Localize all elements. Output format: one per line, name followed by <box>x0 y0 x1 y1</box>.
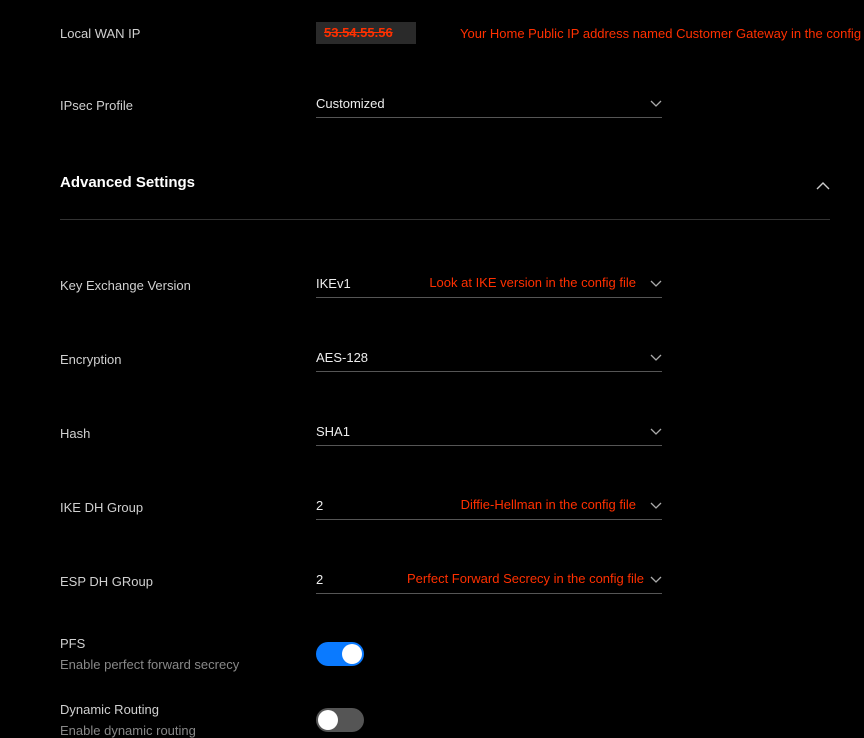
row-hash: Hash SHA1 <box>60 420 830 446</box>
dropdown-ipsec-profile[interactable]: Customized <box>316 92 662 118</box>
dropdown-hash[interactable]: SHA1 <box>316 420 662 446</box>
control-local-wan-ip: 53.54.55.56 Your Home Public IP address … <box>316 22 864 44</box>
dropdown-encryption[interactable]: AES-128 <box>316 346 662 372</box>
dropdown-esp-dh-group-value: 2 <box>316 572 323 587</box>
sublabel-dynamic-routing: Enable dynamic routing <box>60 723 316 738</box>
row-pfs: PFS Enable perfect forward secrecy <box>60 636 830 672</box>
chevron-down-icon <box>650 576 662 584</box>
dropdown-hash-value: SHA1 <box>316 424 350 439</box>
advanced-settings-body: Key Exchange Version IKEv1 Look at IKE v… <box>60 272 830 738</box>
row-encryption: Encryption AES-128 <box>60 346 830 372</box>
sublabel-pfs: Enable perfect forward secrecy <box>60 657 316 672</box>
dropdown-ike-dh-group[interactable]: 2 Diffie-Hellman in the config file <box>316 494 662 520</box>
label-block-pfs: PFS Enable perfect forward secrecy <box>60 636 316 672</box>
dropdown-esp-dh-group[interactable]: 2 Perfect Forward Secrecy in the config … <box>316 568 662 594</box>
label-local-wan-ip: Local WAN IP <box>60 26 316 41</box>
label-encryption: Encryption <box>60 352 316 367</box>
label-ipsec-profile: IPsec Profile <box>60 98 316 113</box>
label-dynamic-routing: Dynamic Routing <box>60 702 316 717</box>
annotation-local-wan-ip: Your Home Public IP address named Custom… <box>460 26 864 41</box>
label-key-exchange-version: Key Exchange Version <box>60 278 316 293</box>
section-header-advanced-settings[interactable]: Advanced Settings <box>60 174 830 220</box>
toggle-dynamic-routing[interactable] <box>316 708 364 732</box>
chevron-up-icon <box>816 178 830 187</box>
chevron-down-icon <box>650 354 662 362</box>
annotation-esp-dh-group: Perfect Forward Secrecy in the config fi… <box>407 571 644 586</box>
toggle-knob <box>342 644 362 664</box>
row-key-exchange-version: Key Exchange Version IKEv1 Look at IKE v… <box>60 272 830 298</box>
label-hash: Hash <box>60 426 316 441</box>
label-block-dynamic-routing: Dynamic Routing Enable dynamic routing <box>60 702 316 738</box>
row-dynamic-routing: Dynamic Routing Enable dynamic routing <box>60 702 830 738</box>
row-ipsec-profile: IPsec Profile Customized <box>60 92 828 118</box>
dropdown-ike-dh-group-value: 2 <box>316 498 323 513</box>
label-esp-dh-group: ESP DH GRoup <box>60 574 316 589</box>
row-ike-dh-group: IKE DH Group 2 Diffie-Hellman in the con… <box>60 494 830 520</box>
toggle-knob <box>318 710 338 730</box>
local-wan-ip-value: 53.54.55.56 <box>324 25 393 40</box>
chevron-down-icon <box>650 502 662 510</box>
label-ike-dh-group: IKE DH Group <box>60 500 316 515</box>
dropdown-key-exchange-version[interactable]: IKEv1 Look at IKE version in the config … <box>316 272 662 298</box>
chevron-down-icon <box>650 100 662 108</box>
chevron-down-icon <box>650 280 662 288</box>
chevron-down-icon <box>650 428 662 436</box>
section-title-advanced-settings: Advanced Settings <box>60 174 195 191</box>
row-local-wan-ip: Local WAN IP 53.54.55.56 Your Home Publi… <box>60 22 828 44</box>
dropdown-key-exchange-version-value: IKEv1 <box>316 276 351 291</box>
label-pfs: PFS <box>60 636 316 651</box>
dropdown-ipsec-profile-value: Customized <box>316 96 385 111</box>
annotation-key-exchange-version: Look at IKE version in the config file <box>429 275 636 290</box>
toggle-pfs[interactable] <box>316 642 364 666</box>
row-esp-dh-group: ESP DH GRoup 2 Perfect Forward Secrecy i… <box>60 568 830 594</box>
annotation-ike-dh-group: Diffie-Hellman in the config file <box>461 497 636 512</box>
local-wan-ip-input[interactable]: 53.54.55.56 <box>316 22 416 44</box>
dropdown-encryption-value: AES-128 <box>316 350 368 365</box>
